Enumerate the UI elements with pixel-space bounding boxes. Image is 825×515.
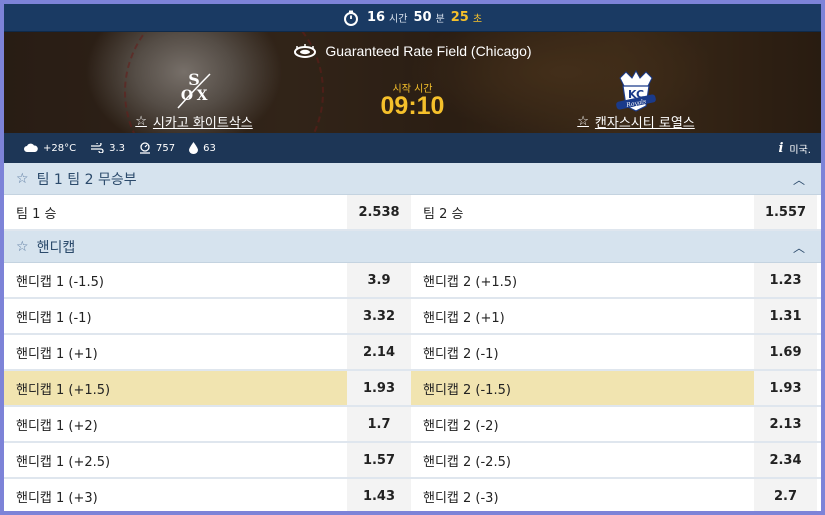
outcome-label[interactable]: 핸디캡 1 (+2.5) — [4, 443, 347, 477]
outcome-label[interactable]: 핸디캡 2 (-1.5) — [411, 371, 754, 405]
odds-button[interactable]: 2.538 — [347, 195, 411, 229]
star-outline-icon[interactable]: ☆ — [135, 114, 147, 129]
star-outline-icon[interactable]: ☆ — [16, 239, 29, 255]
market-title: 핸디캡 — [36, 239, 76, 256]
odds-button[interactable]: 1.43 — [347, 479, 411, 511]
outcome-label[interactable]: 핸디캡 1 (-1.5) — [4, 263, 347, 297]
match-panel: 16 시간 50 분 25 초 Guaranteed Rate Field (C… — [4, 4, 821, 511]
weather-bar: +28°C 3.3 757 63 i 미국. — [4, 133, 821, 163]
home-team-name[interactable]: 시카고 화이트삭스 — [153, 112, 253, 131]
odds-button[interactable]: 2.34 — [754, 443, 817, 477]
odds-row: 핸디캡 1 (+2) 1.7 핸디캡 2 (-2) 2.13 — [4, 407, 821, 443]
odds-row: 팀 1 승 2.538 팀 2 승 1.557 — [4, 195, 821, 231]
market-title: 팀 1 팀 2 무승부 — [36, 171, 137, 188]
odds-button[interactable]: 1.7 — [347, 407, 411, 441]
info-icon[interactable]: i — [778, 141, 783, 156]
away-team-name[interactable]: 캔자스시티 로열스 — [595, 112, 695, 131]
venue: Guaranteed Rate Field (Chicago) — [4, 43, 821, 59]
countdown-seconds: 25 — [450, 10, 469, 25]
odds-row: 핸디캡 1 (-1.5) 3.9 핸디캡 2 (+1.5) 1.23 — [4, 263, 821, 299]
countdown-minutes-unit: 분 — [435, 14, 445, 25]
stopwatch-icon — [343, 10, 358, 26]
svg-text:X: X — [197, 88, 208, 104]
venue-name: Guaranteed Rate Field (Chicago) — [325, 43, 532, 59]
outcome-label[interactable]: 핸디캡 1 (+1) — [4, 335, 347, 369]
odds-button[interactable]: 2.7 — [754, 479, 817, 511]
odds-button[interactable]: 1.57 — [347, 443, 411, 477]
outcome-label[interactable]: 핸디캡 2 (-3) — [411, 479, 754, 511]
odds-button[interactable]: 1.557 — [754, 195, 817, 229]
outcome-label[interactable]: 핸디캡 2 (+1) — [411, 299, 754, 333]
pressure-icon — [140, 142, 150, 154]
match-hero: Guaranteed Rate Field (Chicago) 시작 시간 09… — [4, 32, 821, 133]
odds-button[interactable]: 1.93 — [754, 371, 817, 405]
wind: 3.3 — [90, 143, 125, 154]
outcome-label[interactable]: 핸디캡 2 (+1.5) — [411, 263, 754, 297]
cloud-icon — [24, 143, 38, 152]
countdown-minutes: 50 — [413, 10, 432, 25]
white-sox-logo: S O X — [94, 68, 294, 114]
stadium-icon — [294, 44, 317, 58]
odds-button[interactable]: 3.9 — [347, 263, 411, 297]
odds-button[interactable]: 2.13 — [754, 407, 817, 441]
country-label: 미국. — [789, 144, 811, 156]
chevron-up-icon[interactable]: ︿ — [793, 171, 805, 188]
countdown-hours-unit: 시간 — [389, 14, 408, 25]
outcome-label[interactable]: 핸디캡 1 (+1.5) — [4, 371, 347, 405]
outcome-label[interactable]: 핸디캡 2 (-2.5) — [411, 443, 754, 477]
odds-row: 핸디캡 1 (+3) 1.43 핸디캡 2 (-3) 2.7 — [4, 479, 821, 511]
humidity-icon — [189, 142, 199, 154]
chevron-up-icon[interactable]: ︿ — [793, 239, 805, 256]
market-header-handicap[interactable]: ☆ 핸디캡 ︿ — [4, 231, 821, 263]
odds-button[interactable]: 1.31 — [754, 299, 817, 333]
market-header-1x2[interactable]: ☆ 팀 1 팀 2 무승부 ︿ — [4, 163, 821, 195]
outcome-label[interactable]: 핸디캡 2 (-2) — [411, 407, 754, 441]
countdown-seconds-unit: 초 — [472, 14, 483, 25]
outcome-label[interactable]: 핸디캡 1 (+3) — [4, 479, 347, 511]
odds-button[interactable]: 1.23 — [754, 263, 817, 297]
star-outline-icon[interactable]: ☆ — [577, 114, 589, 129]
temperature: +28°C — [24, 143, 76, 154]
wind-icon — [91, 143, 104, 153]
odds-row: 핸디캡 1 (-1) 3.32 핸디캡 2 (+1) 1.31 — [4, 299, 821, 335]
outcome-label[interactable]: 핸디캡 2 (-1) — [411, 335, 754, 369]
odds-button[interactable]: 3.32 — [347, 299, 411, 333]
odds-row: 핸디캡 1 (+2.5) 1.57 핸디캡 2 (-2.5) 2.34 — [4, 443, 821, 479]
pressure: 757 — [139, 142, 175, 154]
star-outline-icon[interactable]: ☆ — [16, 171, 29, 187]
humidity: 63 — [189, 142, 216, 154]
odds-row-highlighted: 핸디캡 1 (+1.5) 1.93 핸디캡 2 (-1.5) 1.93 — [4, 371, 821, 407]
outcome-label[interactable]: 핸디캡 1 (+2) — [4, 407, 347, 441]
outcome-label[interactable]: 핸디캡 1 (-1) — [4, 299, 347, 333]
odds-button[interactable]: 2.14 — [347, 335, 411, 369]
outcome-label[interactable]: 팀 1 승 — [4, 195, 347, 229]
countdown-bar: 16 시간 50 분 25 초 — [4, 4, 821, 32]
countdown-hours: 16 — [366, 10, 386, 25]
odds-row: 핸디캡 1 (+1) 2.14 핸디캡 2 (-1) 1.69 — [4, 335, 821, 371]
outcome-label[interactable]: 팀 2 승 — [411, 195, 754, 229]
royals-logo: KC Royals — [536, 68, 736, 114]
odds-button[interactable]: 1.93 — [347, 371, 411, 405]
svg-text:O: O — [181, 88, 193, 104]
odds-button[interactable]: 1.69 — [754, 335, 817, 369]
country-info[interactable]: i 미국. — [778, 141, 811, 156]
